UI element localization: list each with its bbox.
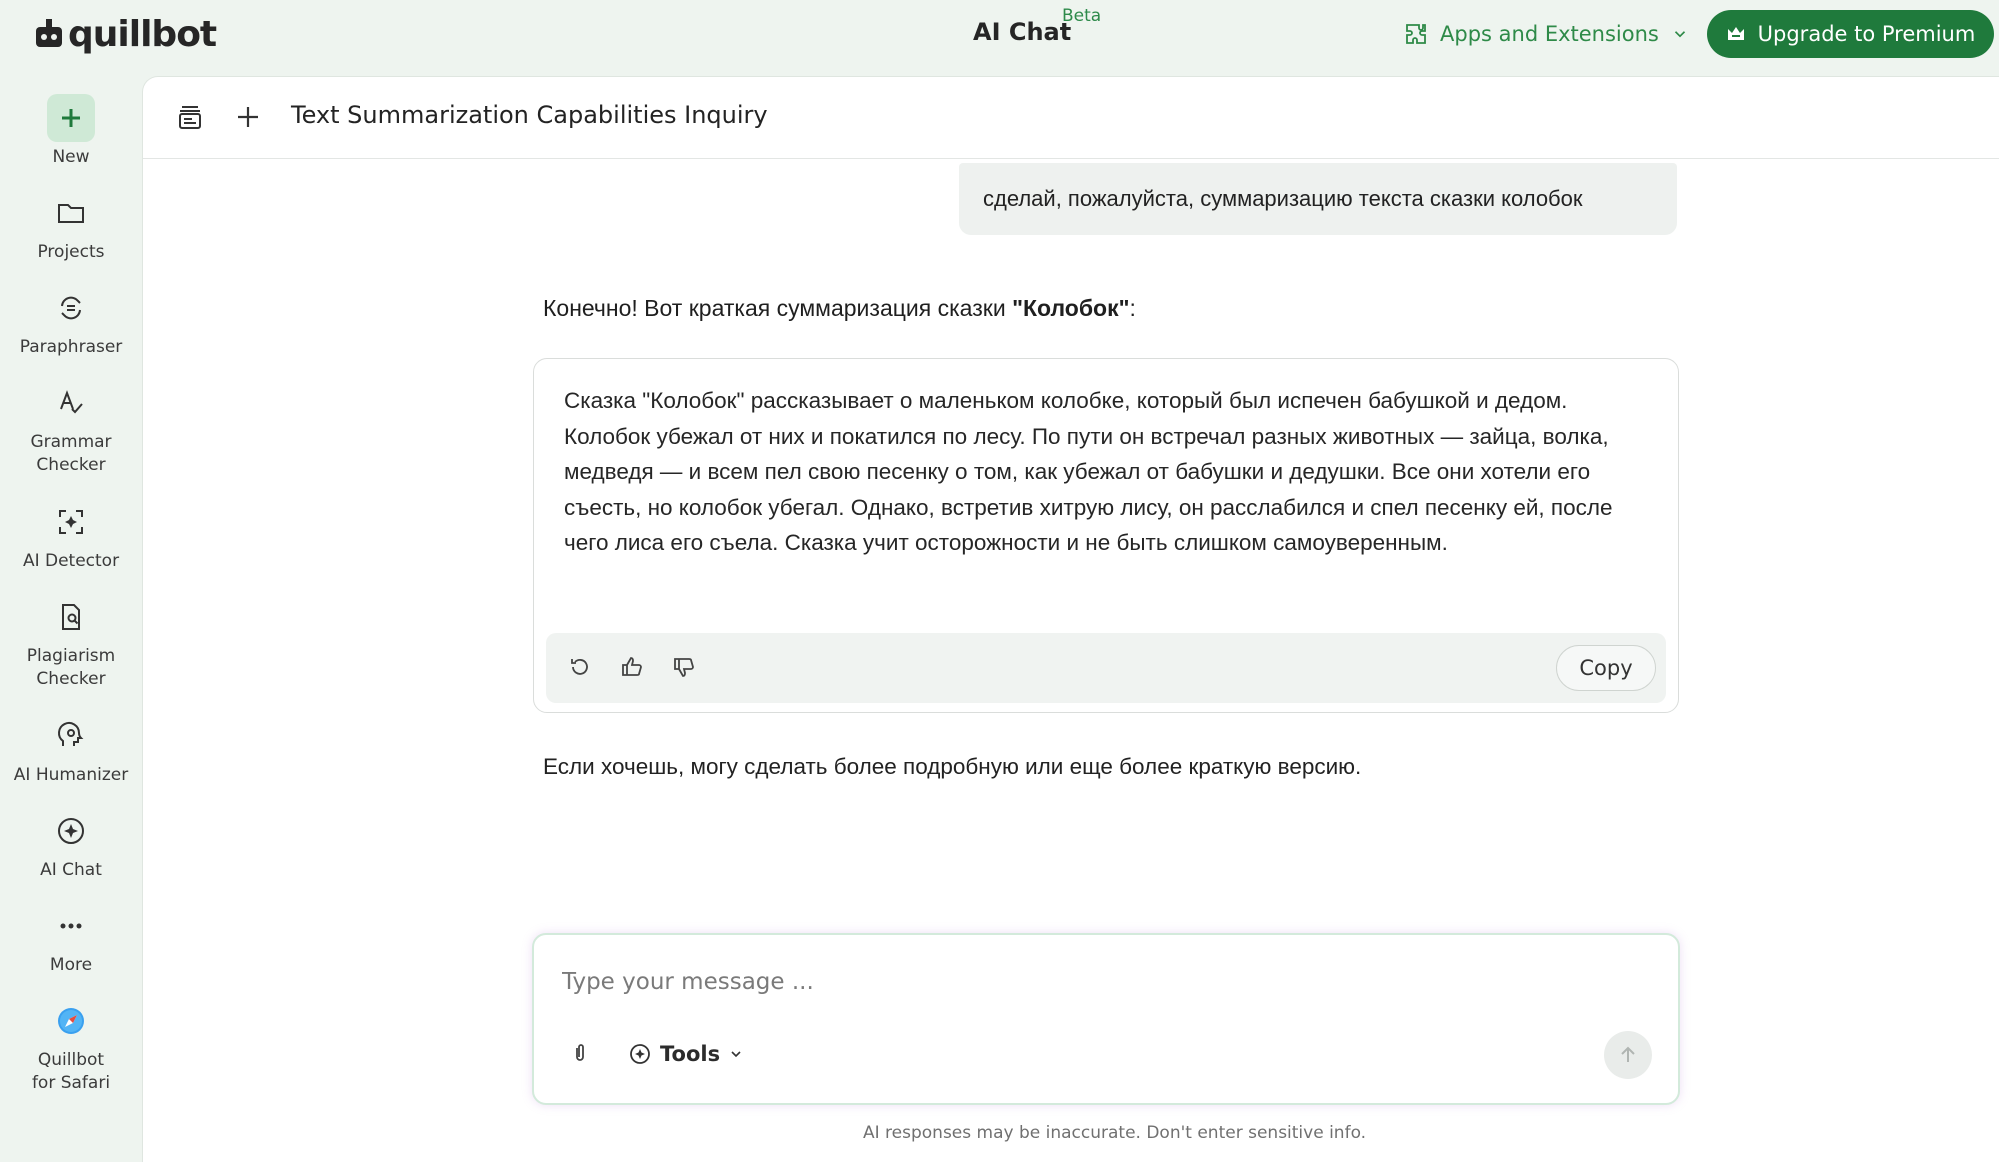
apps-label: Apps and Extensions [1440, 22, 1659, 46]
user-message: сделай, пожалуйста, суммаризацию текста … [959, 163, 1677, 235]
summary-card: Сказка "Колобок" рассказывает о маленько… [533, 358, 1679, 713]
paraphrase-icon [47, 284, 95, 332]
chevron-down-icon [1674, 31, 1685, 38]
plus-icon [47, 94, 95, 142]
sidebar-item-label: New [52, 147, 90, 167]
sidebar-item-more[interactable]: More [0, 902, 142, 977]
sidebar-item-projects[interactable]: Projects [0, 189, 142, 264]
sidebar-item-label: AI Chat [40, 860, 102, 880]
sidebar-item-label: AI Humanizer [13, 765, 129, 785]
top-bar: quillbot AI Chat Beta Apps and Extension… [0, 0, 1999, 68]
sidebar-item-label: Plagiarism Checker [26, 646, 116, 689]
intro-suffix: : [1129, 295, 1136, 321]
sidebar-item-grammar-checker[interactable]: Grammar Checker [0, 379, 142, 477]
sidebar-item-label: Projects [37, 242, 105, 262]
thumbs-up-icon[interactable] [620, 655, 646, 681]
quillbot-logo-icon [36, 19, 62, 47]
copy-button[interactable]: Copy [1556, 645, 1656, 691]
summary-text: Сказка "Колобок" рассказывает о маленько… [564, 388, 1613, 556]
chevron-down-icon [731, 1051, 741, 1058]
message-input[interactable] [562, 965, 1462, 999]
intro-prefix: Конечно! Вот краткая суммаризация сказки [543, 295, 1013, 321]
message-composer: Tools [532, 933, 1680, 1105]
send-button[interactable] [1604, 1031, 1652, 1079]
sidebar-item-label: More [49, 955, 93, 975]
upgrade-button[interactable]: Upgrade to Premium [1707, 10, 1994, 58]
chat-history-icon[interactable] [173, 100, 207, 134]
tools-label: Tools [660, 1042, 721, 1066]
chat-header: Text Summarization Capabilities Inquiry [143, 77, 1999, 159]
chat-panel: Text Summarization Capabilities Inquiry … [142, 76, 1999, 1162]
page-title: AI Chat [973, 18, 1072, 46]
plagiarism-icon [47, 593, 95, 641]
sidebar-item-label: Paraphraser [19, 337, 123, 357]
humanizer-icon [47, 712, 95, 760]
sidebar-item-ai-detector[interactable]: AI Detector [0, 498, 142, 573]
arrow-up-icon [1621, 1046, 1635, 1062]
sidebar-item-label: Grammar Checker [30, 432, 112, 475]
upgrade-label: Upgrade to Premium [1757, 22, 1976, 46]
sidebar-item-label: AI Detector [22, 551, 120, 571]
attach-icon[interactable] [568, 1041, 594, 1067]
sidebar-item-label: Quillbot for Safari [31, 1050, 111, 1093]
disclaimer-text: AI responses may be inaccurate. Don't en… [863, 1123, 1367, 1143]
sidebar-item-paraphraser[interactable]: Paraphraser [0, 284, 142, 359]
assistant-intro: Конечно! Вот краткая суммаризация сказки… [543, 295, 1136, 322]
sidebar-item-plagiarism-checker[interactable]: Plagiarism Checker [0, 593, 142, 691]
puzzle-icon [1406, 24, 1426, 44]
sidebar-item-ai-chat[interactable]: AI Chat [0, 807, 142, 882]
response-action-bar: Copy [546, 633, 1666, 703]
apps-and-extensions-button[interactable]: Apps and Extensions [1404, 16, 1689, 52]
grammar-icon [47, 379, 95, 427]
sidebar-item-new[interactable]: New [0, 94, 142, 169]
crown-icon [1727, 27, 1744, 40]
thumbs-down-icon[interactable] [672, 655, 698, 681]
assistant-followup: Если хочешь, могу сделать более подробну… [543, 754, 1362, 779]
tools-button[interactable]: Tools [628, 1035, 744, 1073]
sidebar: New Projects Paraphraser Grammar Checker… [0, 68, 142, 1162]
quillbot-logo[interactable]: quillbot [34, 13, 217, 55]
regenerate-icon[interactable] [568, 655, 594, 681]
new-chat-icon[interactable] [231, 100, 265, 134]
conversation-title: Text Summarization Capabilities Inquiry [291, 101, 768, 129]
more-icon [47, 902, 95, 950]
tools-icon [630, 1044, 650, 1064]
beta-badge: Beta [1062, 6, 1102, 26]
intro-bold: "Колобок" [1012, 295, 1130, 321]
sidebar-item-quillbot-for-safari[interactable]: Quillbot for Safari [0, 997, 142, 1095]
user-message-text: сделай, пожалуйста, суммаризацию текста … [983, 186, 1583, 211]
ai-chat-icon [47, 807, 95, 855]
safari-icon [47, 997, 95, 1045]
ai-detector-icon [47, 498, 95, 546]
sidebar-item-ai-humanizer[interactable]: AI Humanizer [0, 712, 142, 787]
folder-icon [47, 189, 95, 237]
logo-text: quillbot [68, 13, 217, 55]
